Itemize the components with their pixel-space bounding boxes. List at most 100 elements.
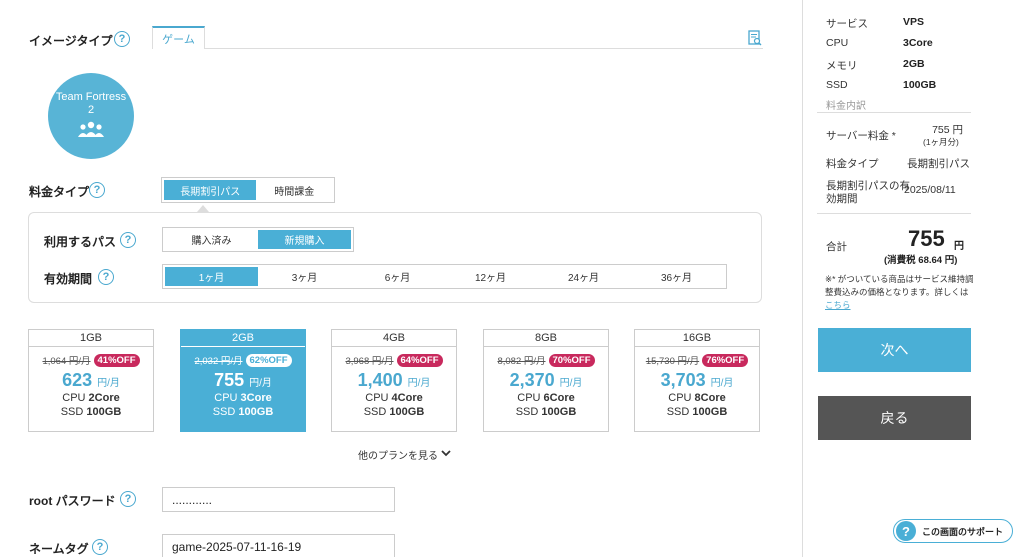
plan-price-unit: 円/月: [407, 378, 431, 389]
period-help-icon[interactable]: ?: [98, 269, 114, 285]
plan-old-price: 8,082 円/月: [497, 356, 546, 367]
plan-price: 2,370: [509, 370, 555, 390]
summary-service-label: サービス: [826, 18, 868, 30]
plan-old-price: 2,032 円/月: [194, 356, 243, 367]
total-label: 合計: [826, 241, 847, 253]
pass-option-purchased[interactable]: 購入済み: [165, 230, 258, 249]
name-tag-label: ネームタグ: [29, 542, 89, 556]
plan-card-1gb[interactable]: 1GB 1,064 円/月 41%OFF 623 円/月 CPU 2Core SS…: [28, 329, 154, 432]
plan-ssd: 100GB: [389, 406, 425, 418]
plan-price-unit: 円/月: [249, 378, 272, 389]
period-option-12m[interactable]: 12ヶ月: [444, 267, 537, 286]
plan-cpu-label: CPU: [517, 392, 541, 404]
pass-panel: [28, 212, 762, 303]
summary-price-type-label: 料金タイプ: [826, 158, 879, 170]
plan-ssd-label: SSD: [212, 406, 236, 418]
plan-cpu: 6Core: [543, 392, 575, 404]
summary-note-line1: ※* がついている商品はサービス維持調: [825, 274, 974, 284]
pass-option-new[interactable]: 新規購入: [258, 230, 351, 249]
name-tag-help-icon[interactable]: ?: [92, 539, 108, 555]
price-type-label: 料金タイプ: [29, 185, 90, 199]
summary-note-line2: 整費込みの価格となります。詳しくは: [825, 287, 969, 297]
plan-ssd-label: SSD: [666, 406, 690, 418]
period-toggle: 1ヶ月 3ヶ月 6ヶ月 12ヶ月 24ヶ月 36ヶ月: [162, 264, 727, 289]
plan-ssd-label: SSD: [363, 406, 387, 418]
tab-divider: [153, 48, 763, 49]
document-search-icon[interactable]: [748, 30, 762, 46]
summary-price-type: 長期割引パス: [907, 158, 970, 170]
help-icon: ?: [896, 521, 916, 541]
plan-price-unit: 円/月: [559, 378, 583, 389]
plan-cpu: 8Core: [694, 392, 726, 404]
total-amount: 755: [908, 226, 945, 251]
plan-discount-badge: 64%OFF: [396, 353, 443, 367]
name-tag-input[interactable]: game-2025-07-11-16-19: [162, 534, 395, 557]
game-name-line2: 2: [87, 104, 95, 116]
server-fee-label: サーバー料金 *: [826, 130, 896, 142]
plan-cpu-label: CPU: [62, 392, 86, 404]
game-team-fortress-2[interactable]: Team Fortress 2: [48, 73, 134, 159]
root-password-label: root パスワード: [29, 494, 116, 508]
chevron-down-icon: [441, 449, 451, 460]
plan-cpu-label: CPU: [214, 392, 238, 404]
summary-note-link[interactable]: こちら: [825, 299, 974, 312]
plan-old-price: 3,968 円/月: [345, 356, 394, 367]
summary-divider: [817, 112, 971, 113]
summary-breakdown-label: 料金内訳: [826, 101, 866, 112]
summary-cpu-label: CPU: [826, 37, 849, 49]
period-option-6m[interactable]: 6ヶ月: [351, 267, 444, 286]
price-type-toggle: 長期割引パス 時間課金: [161, 177, 335, 203]
plan-old-price: 1,064 円/月: [42, 356, 91, 367]
plan-card-16gb[interactable]: 16GB 15,730 円/月 76%OFF 3,703 円/月 CPU 8Cor…: [634, 329, 760, 432]
plan-card-2gb[interactable]: 2GB 2,032 円/月 62%OFF 755 円/月 CPU 3Core SS…: [180, 329, 306, 432]
pass-help-icon[interactable]: ?: [120, 232, 136, 248]
price-type-option-long[interactable]: 長期割引パス: [164, 180, 257, 200]
summary-cpu: 3Core: [903, 37, 933, 49]
period-option-1m[interactable]: 1ヶ月: [165, 267, 258, 286]
game-name-line1: Team Fortress: [55, 91, 127, 103]
plan-discount-badge: 70%OFF: [548, 353, 595, 367]
pass-expiry: 2025/08/11: [904, 184, 956, 196]
summary-service: VPS: [903, 16, 925, 28]
support-button[interactable]: ? この画面のサポート: [893, 519, 1013, 543]
more-plans-link[interactable]: 他のプランを見る: [358, 447, 451, 462]
more-plans-label: 他のプランを見る: [358, 451, 438, 462]
image-type-label: イメージタイプ: [29, 34, 113, 48]
plan-ssd: 100GB: [238, 406, 274, 418]
plan-ssd-label: SSD: [60, 406, 84, 418]
root-password-help-icon[interactable]: ?: [120, 491, 136, 507]
period-option-24m[interactable]: 24ヶ月: [537, 267, 630, 286]
pass-label: 利用するパス: [44, 235, 117, 249]
root-password-input[interactable]: ............: [162, 487, 395, 512]
plan-ssd: 100GB: [541, 406, 577, 418]
panel-pointer: [197, 205, 209, 212]
image-type-help-icon[interactable]: ?: [114, 31, 130, 47]
plan-card-4gb[interactable]: 4GB 3,968 円/月 64%OFF 1,400 円/月 CPU 4Core …: [331, 329, 457, 432]
plan-cpu-label: CPU: [365, 392, 389, 404]
users-icon: [48, 120, 134, 142]
plan-price-unit: 円/月: [710, 378, 734, 389]
summary-memory-label: メモリ: [826, 60, 858, 72]
plan-price: 755: [214, 370, 245, 390]
plan-price: 1,400: [357, 370, 403, 390]
period-option-36m[interactable]: 36ヶ月: [630, 267, 723, 286]
plan-discount-badge: 41%OFF: [93, 353, 140, 367]
next-button[interactable]: 次へ: [818, 328, 971, 372]
server-fee-note: (1ヶ月分): [923, 137, 959, 147]
plan-ssd: 100GB: [692, 406, 728, 418]
plan-card-8gb[interactable]: 8GB 8,082 円/月 70%OFF 2,370 円/月 CPU 6Core …: [483, 329, 609, 432]
period-option-3m[interactable]: 3ヶ月: [258, 267, 351, 286]
support-label: この画面のサポート: [922, 526, 1004, 537]
plan-memory: 1GB: [29, 330, 153, 347]
pass-toggle: 購入済み 新規購入: [162, 227, 354, 252]
summary-note: ※* がついている商品はサービス維持調 整費込みの価格となります。詳しくは こち…: [825, 273, 974, 312]
total-unit: 円: [954, 241, 964, 252]
back-button[interactable]: 戻る: [818, 396, 971, 440]
summary-memory: 2GB: [903, 58, 925, 70]
plan-memory: 2GB: [181, 330, 305, 347]
period-label: 有効期間: [44, 272, 93, 286]
tab-game[interactable]: ゲーム: [152, 26, 205, 49]
summary-ssd-label: SSD: [826, 79, 848, 91]
price-type-option-hourly[interactable]: 時間課金: [256, 180, 332, 200]
price-type-help-icon[interactable]: ?: [89, 182, 105, 198]
